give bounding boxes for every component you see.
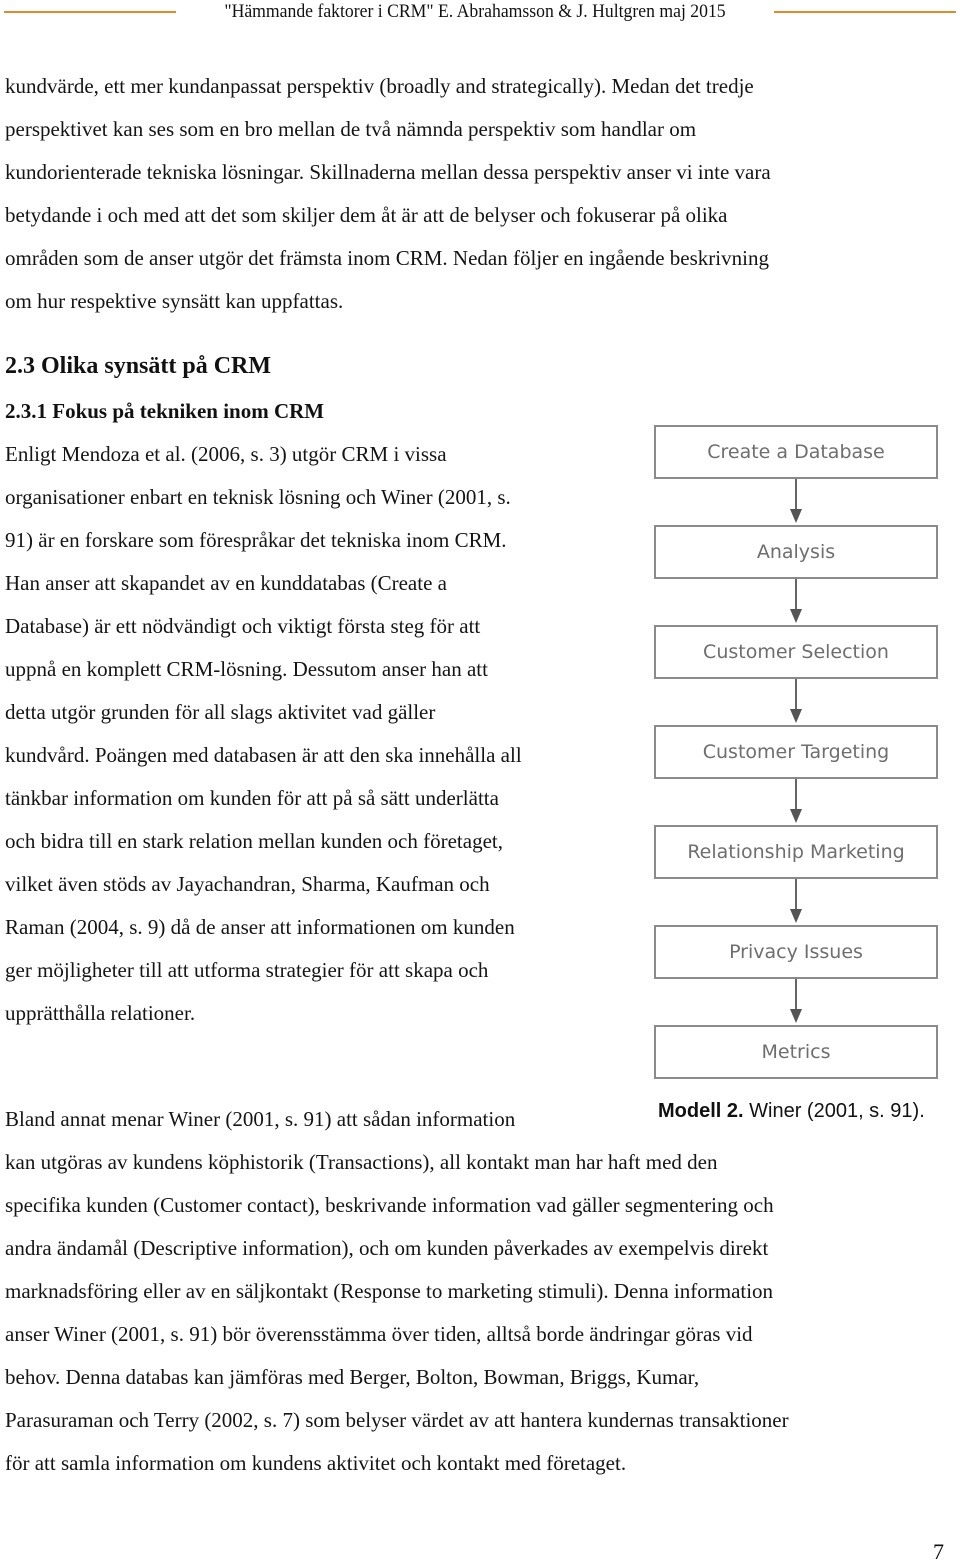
text-line: kundorienterade tekniska lösningar. Skil…	[5, 160, 771, 184]
text-line: Parasuraman och Terry (2002, s. 7) som b…	[5, 1408, 789, 1432]
text-line: Enligt Mendoza et al. (2006, s. 3) utgör…	[5, 442, 447, 466]
text-line: områden som de anser utgör det främsta i…	[5, 246, 769, 270]
text-line: specifika kunden (Customer contact), bes…	[5, 1193, 774, 1217]
text-line: för att samla information om kundens akt…	[5, 1451, 627, 1475]
text-line: uppnå en komplett CRM-lösning. Dessutom …	[5, 657, 488, 681]
header-rule-left	[4, 11, 176, 13]
text-line: om hur respektive synsätt kan uppfattas.	[5, 289, 344, 313]
text-line: andra ändamål (Descriptive information),…	[5, 1236, 769, 1260]
text-line: Raman (2004, s. 9) då de anser att infor…	[5, 915, 515, 939]
text-line: kundvärde, ett mer kundanpassat perspekt…	[5, 74, 754, 98]
text-line: marknadsföring eller av en säljkontakt (…	[5, 1279, 774, 1303]
text-line: kundvård. Poängen med databasen är att d…	[5, 743, 522, 767]
running-title: "Hämmande faktorer i CRM" E. Abrahamsson…	[224, 1, 726, 22]
text-line: upprätthålla relationer.	[5, 1001, 196, 1025]
text-line: organisationer enbart en teknisk lösning…	[5, 485, 511, 509]
text-line: anser Winer (2001, s. 91) bör överensstä…	[5, 1322, 753, 1346]
text-line: Han anser att skapandet av en kunddataba…	[5, 571, 447, 595]
text-line: 91) är en forskare som förespråkar det t…	[5, 528, 507, 552]
text-line: ger möjligheter till att utforma strateg…	[5, 958, 489, 982]
subsection-heading: 2.3.1 Fokus på tekniken inom CRM	[5, 399, 325, 423]
text-line: detta utgör grunden för all slags aktivi…	[5, 700, 436, 724]
flow-step-relationship-marketing: Relationship Marketing	[654, 825, 938, 879]
flow-step-customer-targeting: Customer Targeting	[654, 725, 938, 779]
text-line: kan utgöras av kundens köphistorik (Tran…	[5, 1150, 718, 1174]
text-line: behov. Denna databas kan jämföras med Be…	[5, 1365, 700, 1389]
text-line: tänkbar information om kunden för att på…	[5, 786, 499, 810]
text-line: betydande i och med att det som skiljer …	[5, 203, 728, 227]
page-number: 7	[933, 1539, 944, 1564]
text-line: Database) är ett nödvändigt och viktigt …	[5, 614, 481, 638]
figure-caption: Modell 2. Winer (2001, s. 91).	[658, 1098, 925, 1124]
figure-caption-source: Winer (2001, s. 91).	[743, 1100, 925, 1122]
flow-step-privacy-issues: Privacy Issues	[654, 925, 938, 979]
flow-step-create-database: Create a Database	[654, 425, 938, 479]
flow-step-analysis: Analysis	[654, 525, 938, 579]
section-heading: 2.3 Olika synsätt på CRM	[5, 353, 272, 379]
flow-step-customer-selection: Customer Selection	[654, 625, 938, 679]
text-line: vilket även stöds av Jayachandran, Sharm…	[5, 872, 490, 896]
header-rule-right	[774, 11, 956, 13]
text-line: perspektivet kan ses som en bro mellan d…	[5, 117, 697, 141]
running-header: "Hämmande faktorer i CRM" E. Abrahamsson…	[0, 0, 960, 24]
flow-step-metrics: Metrics	[654, 1025, 938, 1079]
text-line: Bland annat menar Winer (2001, s. 91) at…	[5, 1107, 516, 1131]
figure-caption-label: Modell 2.	[658, 1100, 744, 1122]
text-line: och bidra till en stark relation mellan …	[5, 829, 503, 853]
